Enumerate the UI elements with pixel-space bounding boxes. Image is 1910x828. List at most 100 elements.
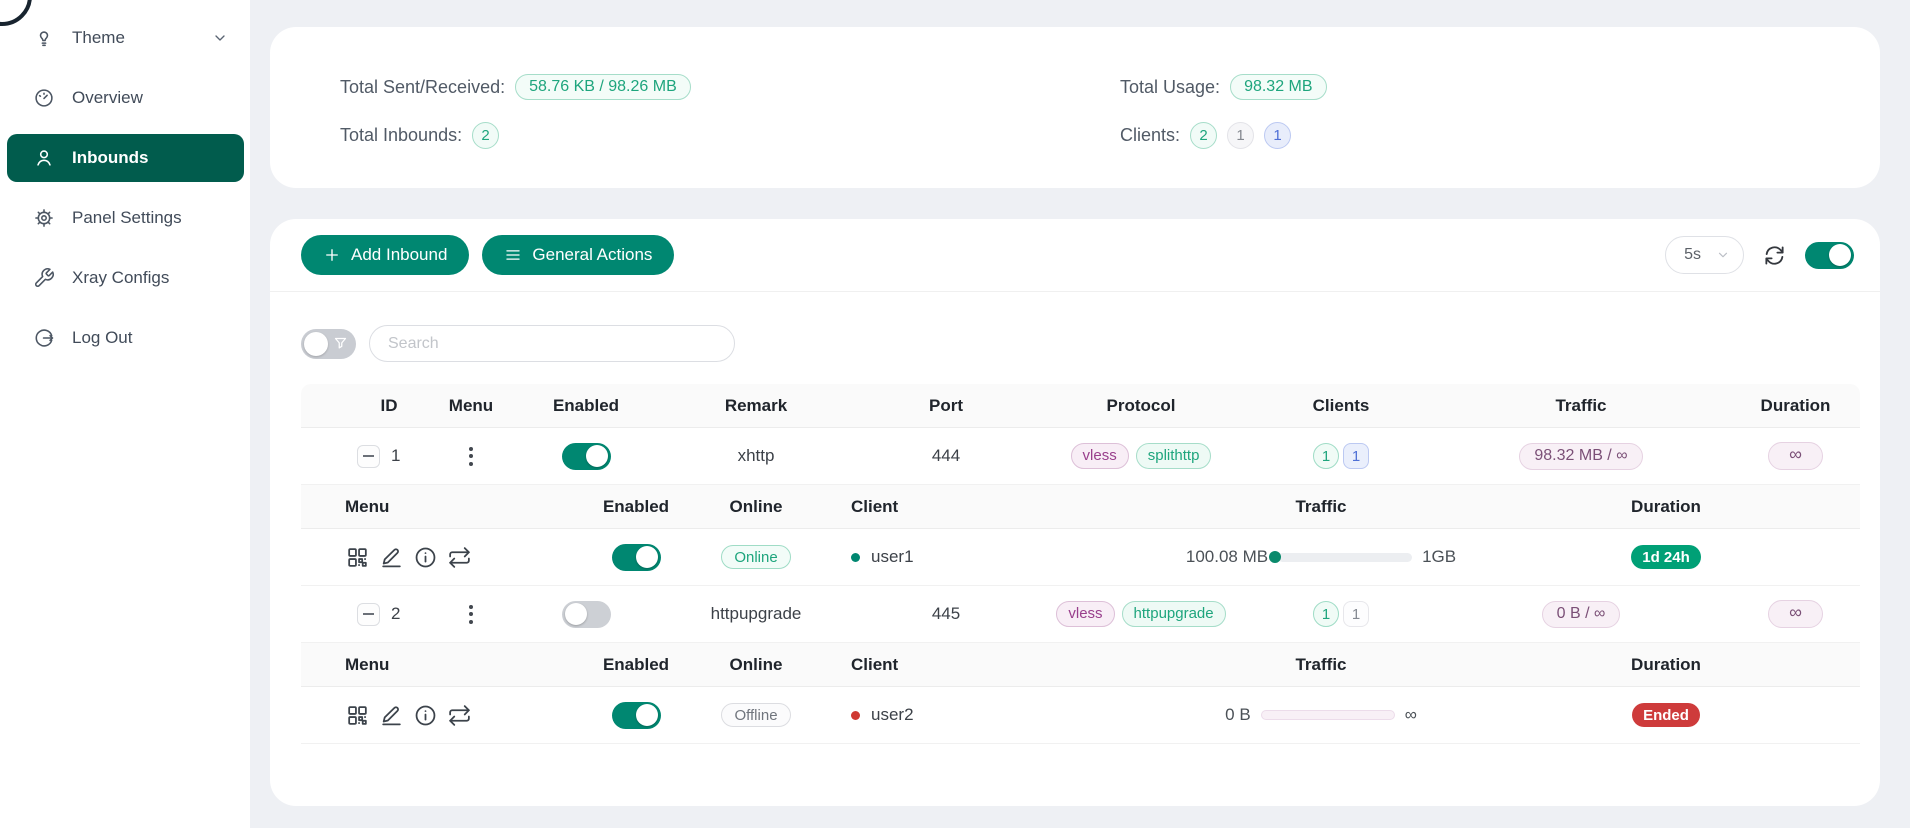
sub-header-menu: Menu	[301, 655, 561, 675]
info-button[interactable]	[413, 703, 438, 728]
traffic-total: ∞	[1405, 705, 1417, 725]
general-actions-label: General Actions	[532, 245, 652, 265]
row-menu-kebab-icon[interactable]	[465, 601, 477, 628]
collapse-row-button[interactable]	[357, 603, 380, 626]
sidebar-item-label: Inbounds	[72, 148, 148, 168]
inbounds-table: ID Menu Enabled Remark Port Protocol Cli…	[301, 384, 1860, 744]
header-protocol: Protocol	[1031, 396, 1251, 416]
qr-code-button[interactable]	[345, 703, 370, 728]
sidebar-item-log-out[interactable]: Log Out	[7, 314, 244, 362]
clients-label: Clients:	[1120, 125, 1180, 146]
total-sent-received-badge: 58.76 KB / 98.26 MB	[515, 74, 691, 100]
info-button[interactable]	[413, 545, 438, 570]
toggle-knob	[565, 603, 587, 625]
panel-toolbar: Add Inbound General Actions 5s	[270, 219, 1880, 292]
traffic-progress-bar	[1261, 710, 1395, 720]
client-status-dot	[851, 711, 860, 720]
search-row	[301, 325, 1880, 362]
client-count-badge: 1	[1343, 443, 1369, 469]
total-usage-row: Total Usage: 98.32 MB	[1120, 71, 1327, 103]
header-duration: Duration	[1731, 396, 1860, 416]
client-count-badge: 1	[1313, 601, 1339, 627]
client-row-user2: Offline user2 0 B ∞ Ended	[301, 687, 1860, 744]
client-table-header: Menu Enabled Online Client Traffic Durat…	[301, 485, 1860, 529]
inbound-remark: httpupgrade	[651, 604, 861, 624]
traffic-used: 100.08 MB	[1186, 547, 1268, 567]
sidebar-item-xray-configs[interactable]: Xray Configs	[7, 254, 244, 302]
filter-toggle[interactable]	[301, 329, 356, 359]
collapse-row-button[interactable]	[357, 445, 380, 468]
total-inbounds-row: Total Inbounds: 2	[340, 119, 691, 151]
client-row-user1: Online user1 100.08 MB 1GB 1d 24h	[301, 529, 1860, 586]
general-actions-button[interactable]: General Actions	[482, 235, 674, 275]
lightbulb-icon	[33, 27, 55, 49]
client-enabled-toggle[interactable]	[612, 544, 661, 571]
stats-card: Total Sent/Received: 58.76 KB / 98.26 MB…	[270, 27, 1880, 188]
online-status-badge: Offline	[721, 703, 790, 727]
minus-icon	[363, 455, 374, 457]
clients-count-badge-gray: 1	[1227, 122, 1254, 149]
sidebar-item-panel-settings[interactable]: Panel Settings	[7, 194, 244, 242]
sidebar-item-overview[interactable]: Overview	[7, 74, 244, 122]
traffic-total: 1GB	[1422, 547, 1456, 567]
sub-header-client: Client	[801, 655, 1101, 675]
sub-header-duration: Duration	[1541, 655, 1791, 675]
user-icon	[33, 147, 55, 169]
hamburger-icon	[504, 246, 522, 264]
toggle-knob	[304, 332, 328, 356]
inbound-port: 444	[861, 446, 1031, 466]
add-inbound-button[interactable]: Add Inbound	[301, 235, 469, 275]
plus-icon	[323, 246, 341, 264]
header-menu: Menu	[421, 396, 521, 416]
filter-funnel-icon	[333, 336, 348, 351]
reset-traffic-button[interactable]	[447, 545, 472, 570]
chevron-down-icon	[1716, 248, 1730, 262]
sidebar-item-inbounds[interactable]: Inbounds	[7, 134, 244, 182]
inbound-enabled-toggle[interactable]	[562, 443, 611, 470]
client-duration-badge: 1d 24h	[1631, 545, 1701, 569]
inbound-id: 2	[391, 604, 400, 624]
header-enabled: Enabled	[521, 396, 651, 416]
refresh-interval-select[interactable]: 5s	[1665, 236, 1744, 274]
sub-header-online: Online	[711, 655, 801, 675]
logout-icon	[33, 327, 55, 349]
inbound-id: 1	[391, 446, 400, 466]
client-status-dot	[851, 553, 860, 562]
auto-refresh-toggle[interactable]	[1805, 242, 1854, 269]
client-duration-badge: Ended	[1632, 703, 1700, 727]
sub-header-enabled: Enabled	[561, 497, 711, 517]
refresh-button[interactable]	[1763, 244, 1786, 267]
toggle-knob	[1829, 244, 1851, 266]
traffic-used: 0 B	[1225, 705, 1251, 725]
sidebar-item-theme[interactable]: Theme	[7, 14, 244, 62]
dashboard-icon	[33, 87, 55, 109]
inbound-remark: xhttp	[651, 446, 861, 466]
header-port: Port	[861, 396, 1031, 416]
duration-badge: ∞	[1768, 600, 1823, 628]
search-input[interactable]	[369, 325, 735, 362]
sidebar-item-label: Log Out	[72, 328, 133, 348]
sub-header-enabled: Enabled	[561, 655, 711, 675]
sidebar-item-label: Theme	[72, 28, 125, 48]
total-sent-received-row: Total Sent/Received: 58.76 KB / 98.26 MB	[340, 71, 691, 103]
client-enabled-toggle[interactable]	[612, 702, 661, 729]
clients-row: Clients: 2 1 1	[1120, 119, 1327, 151]
stats-left-group: Total Sent/Received: 58.76 KB / 98.26 MB…	[340, 71, 691, 151]
sub-header-traffic: Traffic	[1101, 497, 1541, 517]
inbound-enabled-toggle[interactable]	[562, 601, 611, 628]
total-usage-label: Total Usage:	[1120, 77, 1220, 98]
reset-traffic-button[interactable]	[447, 703, 472, 728]
edit-button[interactable]	[379, 545, 404, 570]
add-inbound-label: Add Inbound	[351, 245, 447, 265]
transport-tag: splithttp	[1136, 443, 1212, 469]
header-clients: Clients	[1251, 396, 1431, 416]
row-menu-kebab-icon[interactable]	[465, 443, 477, 470]
traffic-badge: 0 B / ∞	[1542, 601, 1621, 628]
sub-header-menu: Menu	[301, 497, 561, 517]
traffic-progress-bar	[1278, 553, 1412, 562]
qr-code-button[interactable]	[345, 545, 370, 570]
client-table-header: Menu Enabled Online Client Traffic Durat…	[301, 643, 1860, 687]
sidebar-item-label: Panel Settings	[72, 208, 182, 228]
edit-button[interactable]	[379, 703, 404, 728]
progress-dot	[1269, 551, 1281, 563]
